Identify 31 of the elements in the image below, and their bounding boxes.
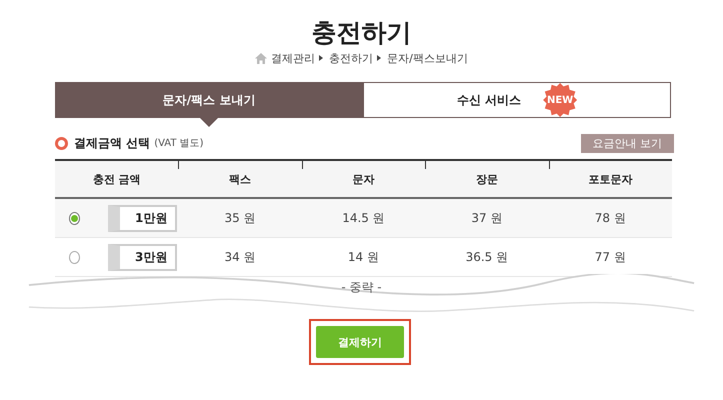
breadcrumb-link[interactable]: 문자/팩스보내기: [387, 50, 468, 66]
radio-button[interactable]: [69, 212, 80, 224]
column-header: 포토문자: [548, 160, 672, 198]
column-header: 충전 금액: [55, 160, 178, 198]
tab[interactable]: 문자/팩스 보내기: [55, 82, 363, 118]
table-cell: 14 원: [302, 238, 426, 276]
amount-label: 3만원: [108, 244, 178, 270]
table-cell: 35 원: [178, 198, 302, 238]
table-cell: 36.5 원: [425, 238, 549, 276]
table-cell: 34 원: [178, 238, 302, 276]
separator-icon: [377, 55, 382, 61]
table-cell: 78 원: [548, 198, 672, 238]
table-cell: 14.5 원: [302, 198, 426, 238]
new-badge: NEW: [543, 83, 578, 117]
home-icon[interactable]: [255, 52, 268, 64]
tab[interactable]: 수신 서비스 NEW: [363, 82, 671, 118]
page-title: 충전하기: [310, 18, 412, 48]
table-cell: 37 원: [425, 198, 549, 238]
column-header: 문자: [302, 160, 426, 198]
vat-note: (VAT 별도): [154, 137, 204, 150]
section-title: 결제금액 선택: [74, 134, 150, 152]
radio-button[interactable]: [69, 250, 80, 264]
omitted-note: - 중략 -: [341, 280, 382, 294]
amount-label: 1만원: [108, 204, 178, 232]
breadcrumb-link[interactable]: 충전하기: [329, 50, 374, 66]
breadcrumb-link[interactable]: 결제관리: [271, 50, 316, 66]
separator-icon: [319, 55, 324, 61]
column-header: 팩스: [178, 160, 302, 198]
bullet-icon: [55, 136, 68, 150]
pointer-icon: [200, 118, 218, 127]
column-header: 장문: [425, 160, 549, 198]
